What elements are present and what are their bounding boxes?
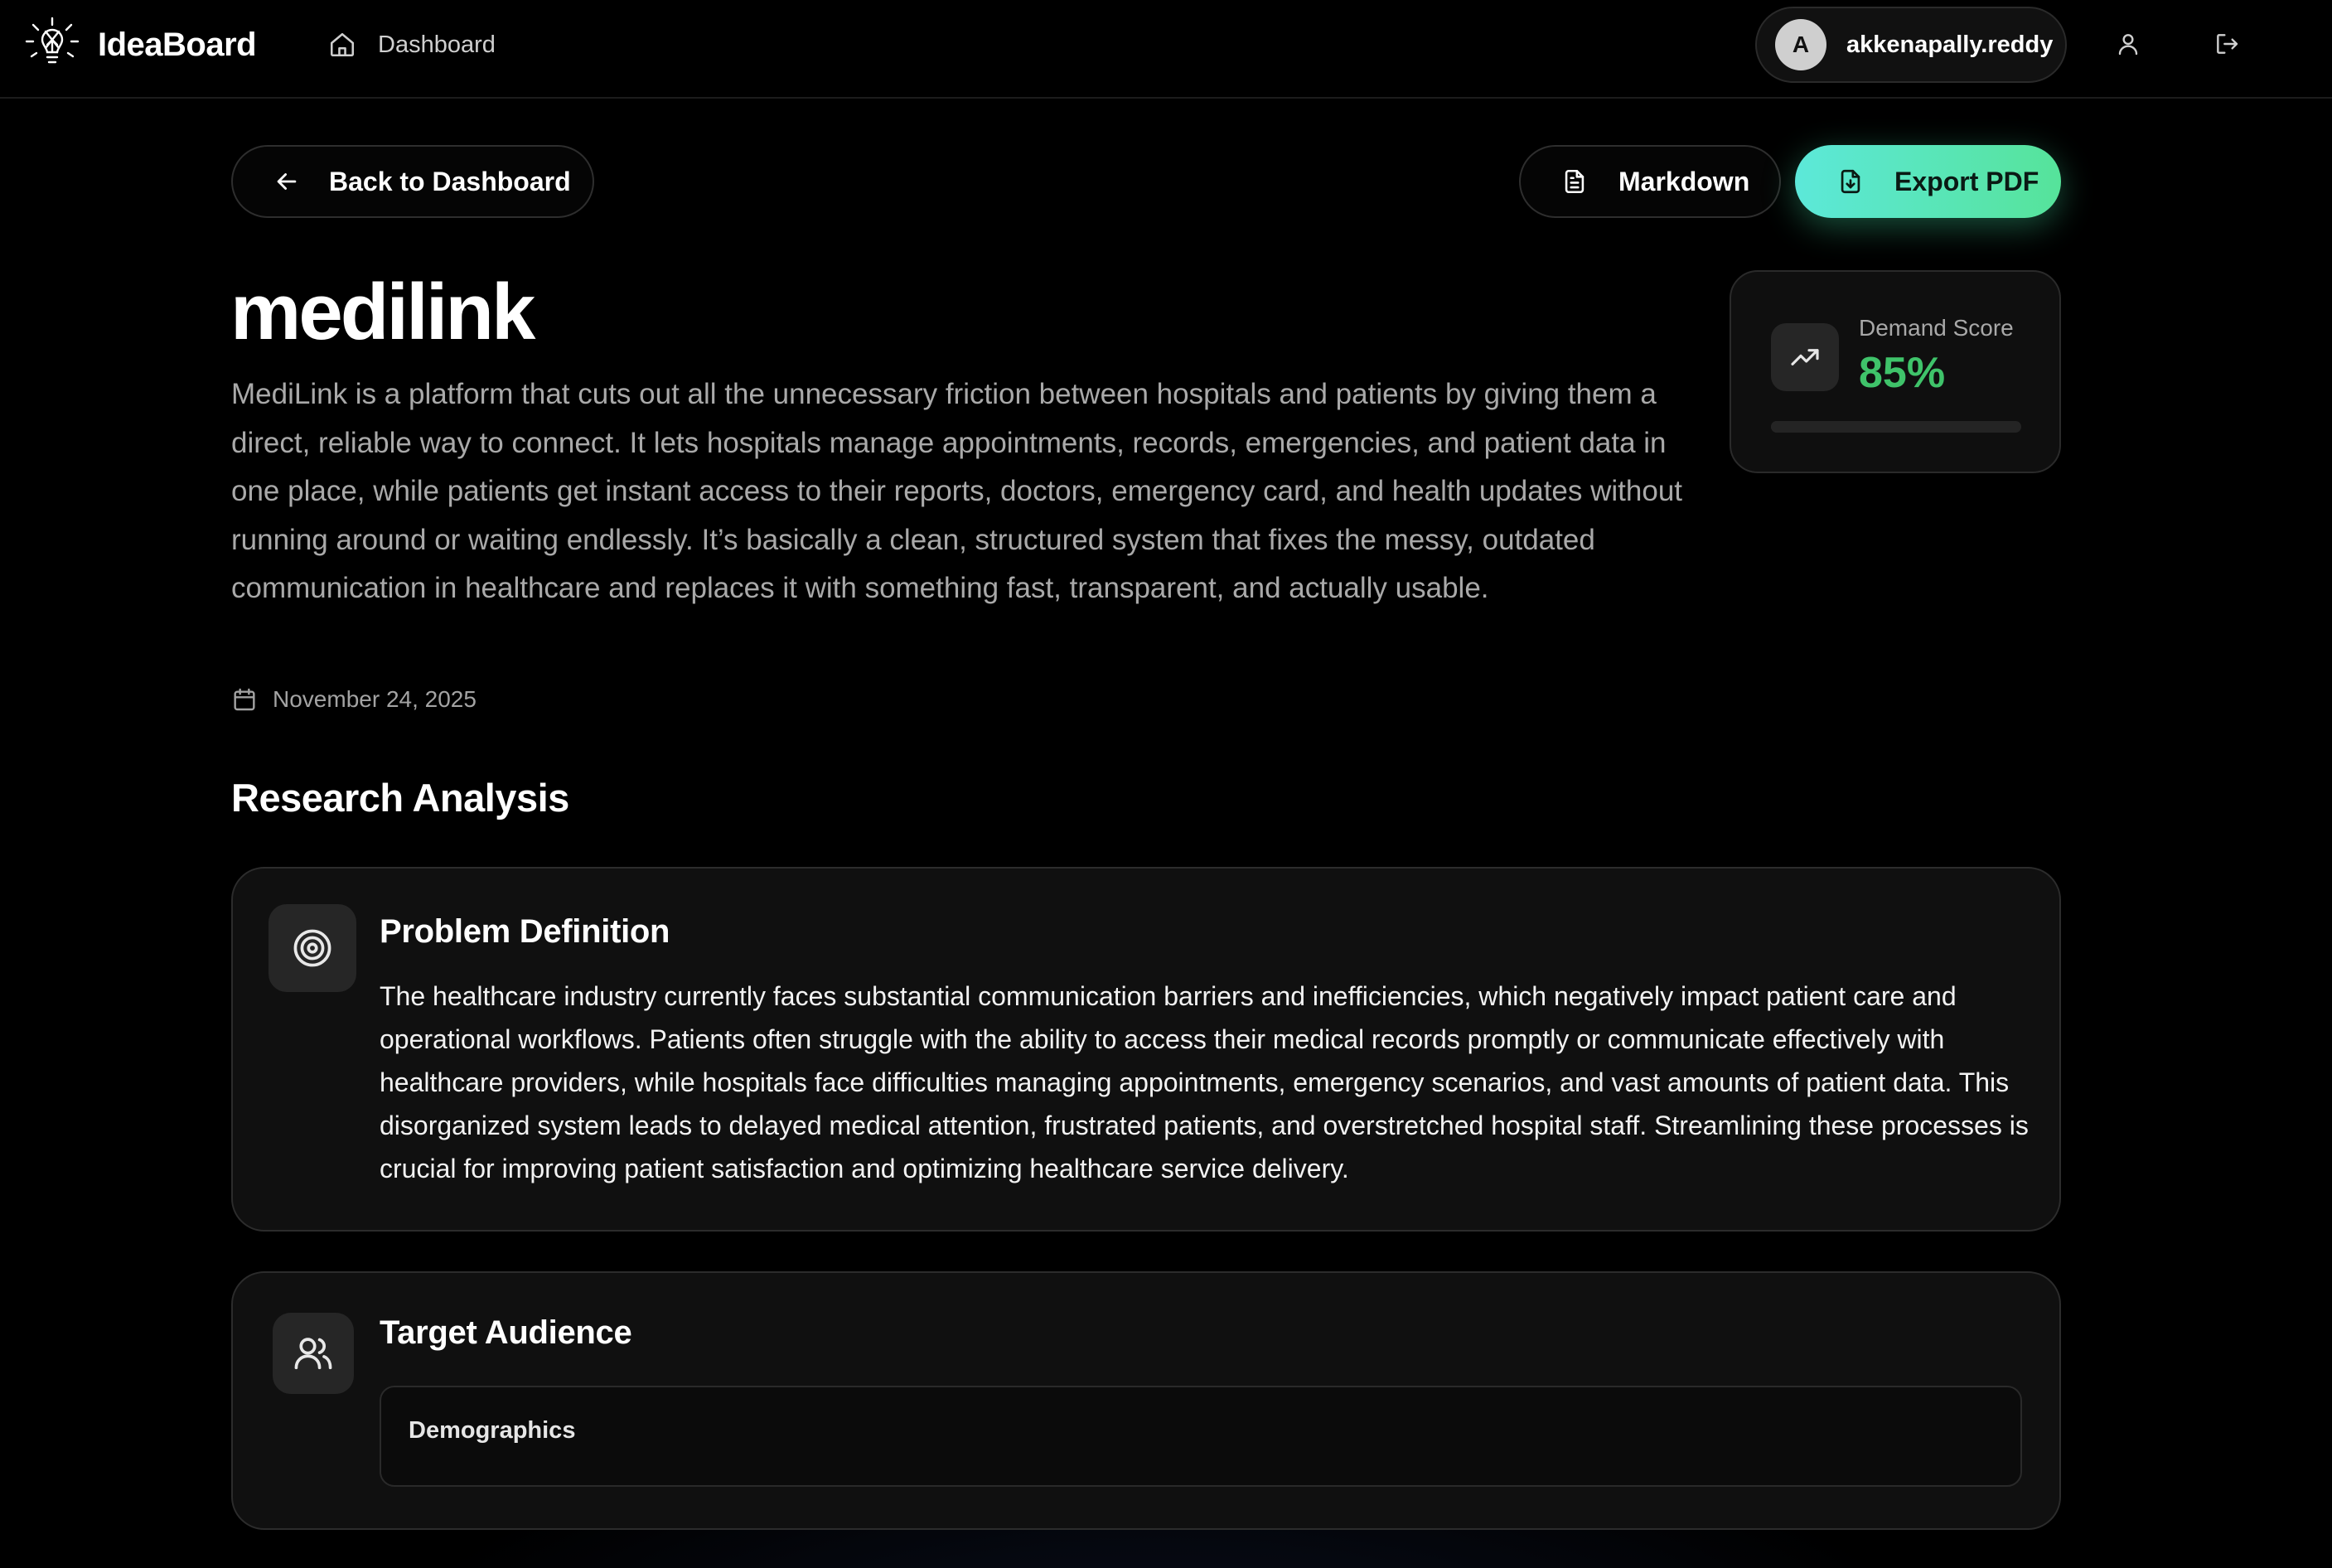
user-menu-pill[interactable]: A akkenapally.reddy (1755, 7, 2067, 83)
back-to-dashboard-button[interactable]: Back to Dashboard (231, 145, 594, 218)
markdown-button[interactable]: Markdown (1519, 145, 1781, 218)
nav-dashboard-link[interactable]: Dashboard (328, 28, 496, 61)
user-icon (2118, 34, 2138, 56)
avatar: A (1775, 19, 1826, 70)
demographics-label: Demographics (409, 1417, 576, 1444)
nav-dashboard-label: Dashboard (378, 31, 496, 58)
target-audience-card: Target Audience Demographics (231, 1271, 2061, 1530)
page: IdeaBoard Dashboard A akkenapally.reddy (0, 0, 2332, 1568)
page-title: medilink (230, 268, 535, 356)
target-audience-title: Target Audience (380, 1314, 632, 1351)
demand-score-bar-fill (1771, 421, 1984, 433)
calendar-icon (234, 688, 255, 711)
logout-button[interactable] (2208, 25, 2246, 63)
home-icon (330, 32, 355, 57)
export-pdf-button[interactable]: Export PDF (1795, 145, 2061, 218)
username: akkenapally.reddy (1846, 31, 2054, 58)
users-icon (273, 1313, 354, 1394)
logout-icon (2217, 34, 2238, 54)
demand-score-label: Demand Score (1859, 315, 2014, 341)
section-title-research: Research Analysis (231, 776, 569, 820)
markdown-button-label: Markdown (1618, 166, 1750, 196)
lightbulb-logo-icon[interactable] (23, 15, 81, 73)
idea-description: MediLink is a platform that cuts out all… (231, 378, 1683, 604)
created-date-text: November 24, 2025 (273, 686, 477, 712)
created-date: November 24, 2025 (231, 686, 477, 713)
brand-name[interactable]: IdeaBoard (98, 25, 257, 65)
profile-button[interactable] (2109, 25, 2147, 63)
back-button-label: Back to Dashboard (329, 166, 571, 196)
problem-definition-card: Problem Definition The healthcare indust… (231, 867, 2061, 1232)
document-icon (1565, 169, 1585, 194)
trending-up-icon (1771, 323, 1839, 391)
demographics-panel[interactable]: Demographics (380, 1386, 2022, 1487)
file-download-icon (1841, 169, 1860, 194)
arrow-left-icon (277, 173, 297, 190)
target-icon (269, 904, 356, 992)
top-navbar: IdeaBoard Dashboard A akkenapally.reddy (0, 0, 2332, 99)
problem-definition-title: Problem Definition (380, 913, 670, 950)
demand-score-value: 85% (1859, 349, 1946, 397)
demand-score-card: Demand Score 85% (1730, 270, 2061, 473)
problem-definition-text: The healthcare industry currently faces … (380, 981, 2029, 1183)
demand-score-bar (1771, 421, 2021, 433)
export-pdf-label: Export PDF (1894, 166, 2039, 196)
